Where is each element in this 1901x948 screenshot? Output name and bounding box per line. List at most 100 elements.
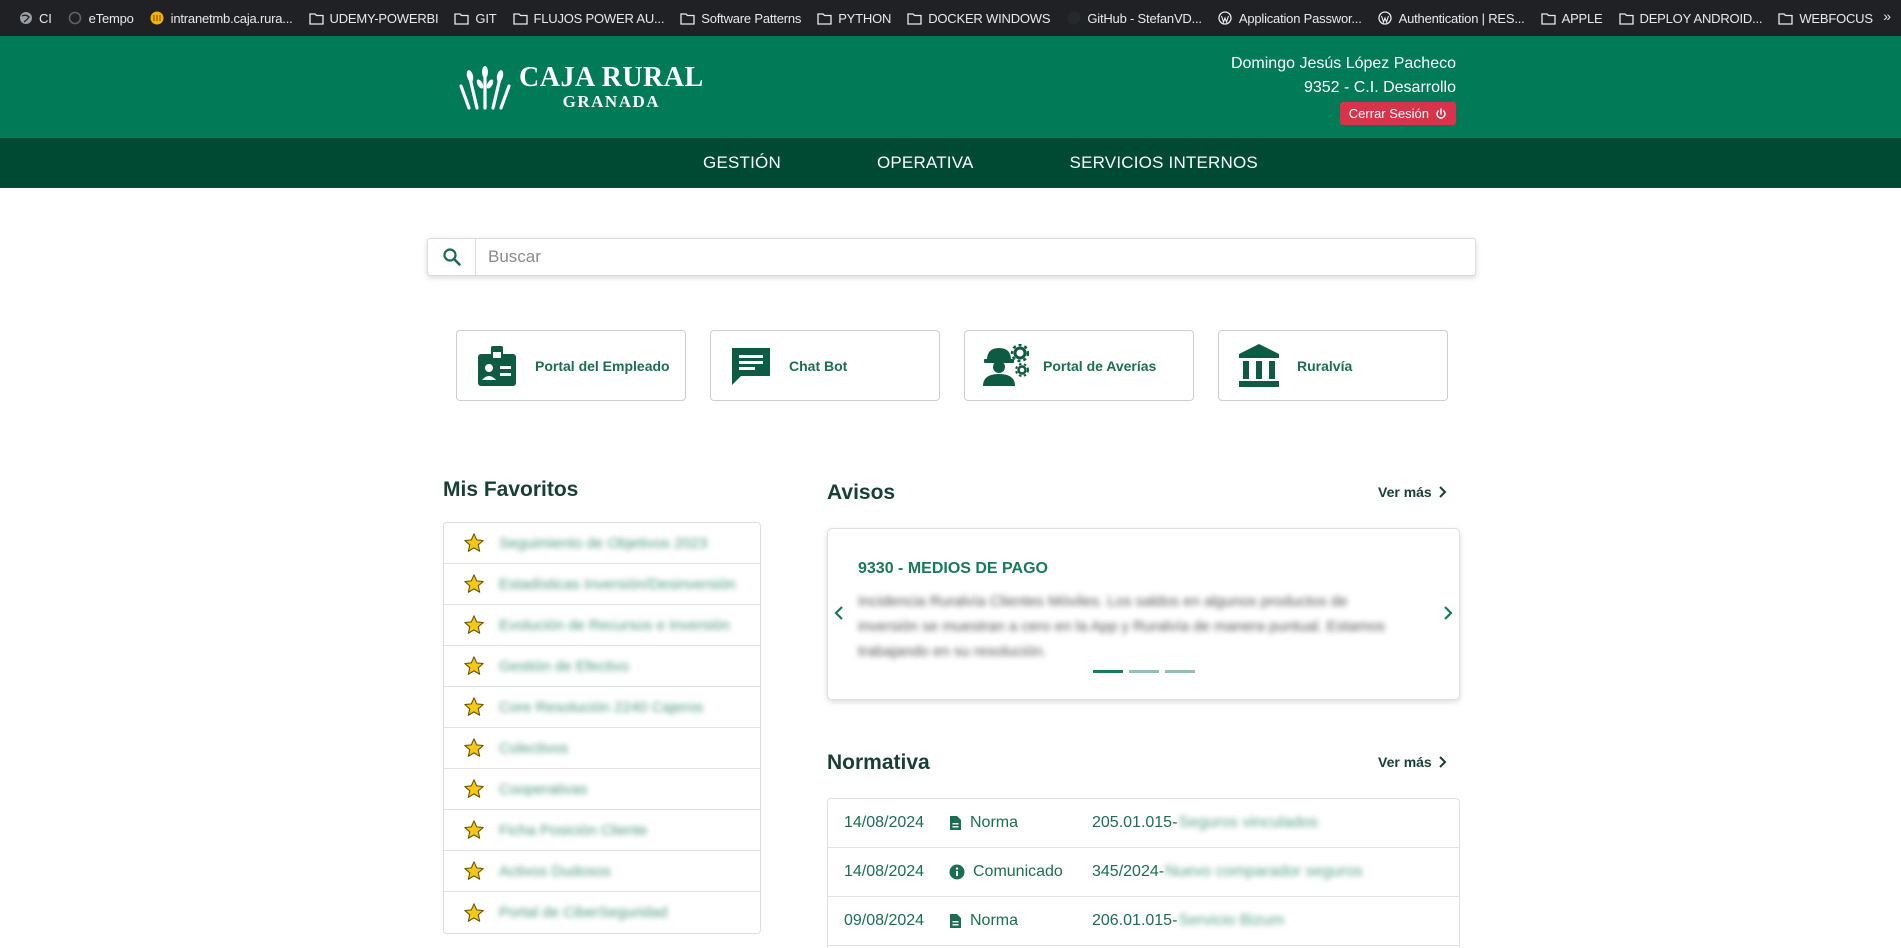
favorite-item[interactable]: Evolución de Recursos e Inversión [444,605,760,646]
star-icon[interactable] [463,819,485,841]
caja-rural-logo[interactable]: CAJA RURAL GRANADA [459,64,704,110]
star-icon[interactable] [463,614,485,636]
user-name: Domingo Jesús López Pacheco [1230,55,1456,72]
globe-icon [18,11,33,26]
nav-item[interactable]: GESTIÓN [703,153,781,173]
search-button[interactable] [428,239,476,275]
aviso-body: Incidencia Ruralvía Clientes Móviles. Lo… [858,593,1385,660]
logout-button[interactable]: Cerrar Sesión [1339,102,1456,125]
quick-link-portal-averias[interactable]: Portal de Averías [964,330,1194,401]
brand-line1: CAJA RURAL [519,62,704,93]
avisos-title: Avisos [827,481,896,504]
user-center: 9352 - C.I. Desarrollo [1303,79,1456,96]
folder-icon [817,11,832,26]
search-bar [427,238,1476,276]
favorite-label: Estadísticas Inversión/Desinversión [499,575,736,593]
quick-link-portal-empleado[interactable]: Portal del Empleado [456,330,686,401]
bookmark-label: DEPLOY ANDROID... [1639,10,1763,26]
bookmark-item[interactable]: eTempo [60,4,142,32]
chat-icon [727,342,775,390]
norma-type-label: Norma [970,814,1019,831]
table-row[interactable]: 14/08/2024 Norma 205.01.015- Seguros vincul… [828,799,1459,848]
normativa-table: 14/08/2024 Norma 205.01.015- Seguros vincul… [827,798,1460,948]
bookmark-item[interactable]: DEPLOY ANDROID... [1611,4,1771,32]
star-icon[interactable] [463,778,485,800]
brand-line2: GRANADA [562,92,661,111]
norma-type: Comunicado [949,863,1063,881]
favorite-item[interactable]: Seguimiento de Objetivos 2023 [444,523,760,564]
quick-link-chat-bot[interactable]: Chat Bot [710,330,940,401]
bookmark-label: eTempo [88,10,134,26]
star-icon[interactable] [463,532,485,554]
norma-reference[interactable]: 205.01.015- Seguros vinculados [1092,814,1318,832]
favorite-item[interactable]: Activos Dudosos [444,851,760,892]
favorites-title: Mis Favoritos [443,478,579,501]
bookmark-item[interactable]: WEBFOCUS [1770,4,1881,32]
favorite-item[interactable]: Estadísticas Inversión/Desinversión [444,564,760,605]
norma-code: 206.01.015- [1092,912,1178,929]
favorite-item[interactable]: Ficha Posición Cliente [444,810,760,851]
avisos-ver-mas-link[interactable]: Ver más [1378,484,1448,500]
quick-links: Portal del Empleado Chat Bot Portal de A… [456,330,1448,401]
norma-type-label: Norma [970,912,1019,929]
quick-link-ruralvia[interactable]: Ruralvía [1218,330,1448,401]
favorite-label: Cooperativas [499,780,588,798]
bookmark-label: WEBFOCUS [1799,10,1873,26]
bookmark-label: FLUJOS POWER AU... [533,10,665,26]
bookmark-item[interactable]: intranetmb.caja.rura... [142,4,301,32]
favorite-item[interactable]: Cooperativas [444,769,760,810]
table-row[interactable]: 14/08/2024 Comunicado 345/2024- Nuevo compa… [828,848,1459,897]
table-row[interactable]: 09/08/2024 Norma 206.01.015- Servicio Bizum [828,897,1459,946]
quick-link-label: Ruralvía [1297,357,1353,374]
favorite-item[interactable]: Portal de CiberSeguridad [444,892,760,933]
bookmark-item[interactable]: GIT [446,4,504,32]
bookmark-item[interactable]: Authentication | RES... [1370,4,1533,32]
wordpress-icon [1218,11,1233,26]
star-icon[interactable] [463,655,485,677]
norma-description: Servicio Bizum [1178,912,1285,929]
norma-reference[interactable]: 206.01.015- Servicio Bizum [1092,912,1284,930]
star-icon[interactable] [463,860,485,882]
bookmark-item[interactable]: Software Patterns [672,4,809,32]
favorite-item[interactable]: Colectivos [444,728,760,769]
bookmark-label: GIT [475,10,497,26]
carousel-next-button[interactable] [1441,603,1455,628]
bookmark-item[interactable]: CI [10,4,60,32]
employee-badge-icon [473,342,521,390]
bookmark-item[interactable]: APPLE [1533,4,1611,32]
favorite-item[interactable]: Core Resolución 2240 Cajeros [444,687,760,728]
etempo-icon [68,11,83,26]
favorite-item[interactable]: Gestión de Efectivo [444,646,760,687]
norma-description: Seguros vinculados [1178,814,1319,831]
folder-icon [512,11,528,26]
bookmark-item[interactable]: Application Passwor... [1210,4,1370,32]
carousel-prev-button[interactable] [832,603,846,628]
star-icon[interactable] [463,696,485,718]
carousel-dot[interactable] [1093,670,1123,673]
nav-item[interactable]: SERVICIOS INTERNOS [1070,153,1258,173]
star-icon[interactable] [463,737,485,759]
bookmarks-bar: CI eTempo intranetmb.caja.rura... UDEMY-POW… [0,0,1901,36]
more-bookmarks-icon[interactable]: » [1883,8,1891,24]
bookmark-item[interactable]: FLUJOS POWER AU... [505,4,673,32]
bookmark-item[interactable]: UDEMY-POWERBI [301,4,447,32]
document-icon [949,815,962,831]
norma-reference[interactable]: 345/2024- Nuevo comparador seguros [1092,863,1363,881]
bookmark-label: CI [39,10,52,26]
star-icon[interactable] [463,573,485,595]
bookmark-item[interactable]: DOCKER WINDOWS [899,4,1058,32]
folder-icon [680,11,695,26]
star-icon[interactable] [463,902,485,924]
site-header: CAJA RURAL GRANADA Domingo Jesús López P… [0,36,1901,138]
search-input[interactable] [476,239,1475,275]
normativa-ver-mas-link[interactable]: Ver más [1378,754,1448,770]
bookmark-item[interactable]: PYTHON [809,4,899,32]
nav-item[interactable]: OPERATIVA [877,153,974,173]
carousel-dot[interactable] [1165,670,1195,673]
wheat-logo-icon [459,66,511,110]
bookmark-item[interactable]: GitHub - StefanVD... [1058,4,1210,32]
quick-link-label: Chat Bot [789,357,848,374]
norma-code: 345/2024- [1092,863,1165,880]
norma-date: 14/08/2024 [844,814,925,831]
carousel-dot[interactable] [1129,670,1159,673]
